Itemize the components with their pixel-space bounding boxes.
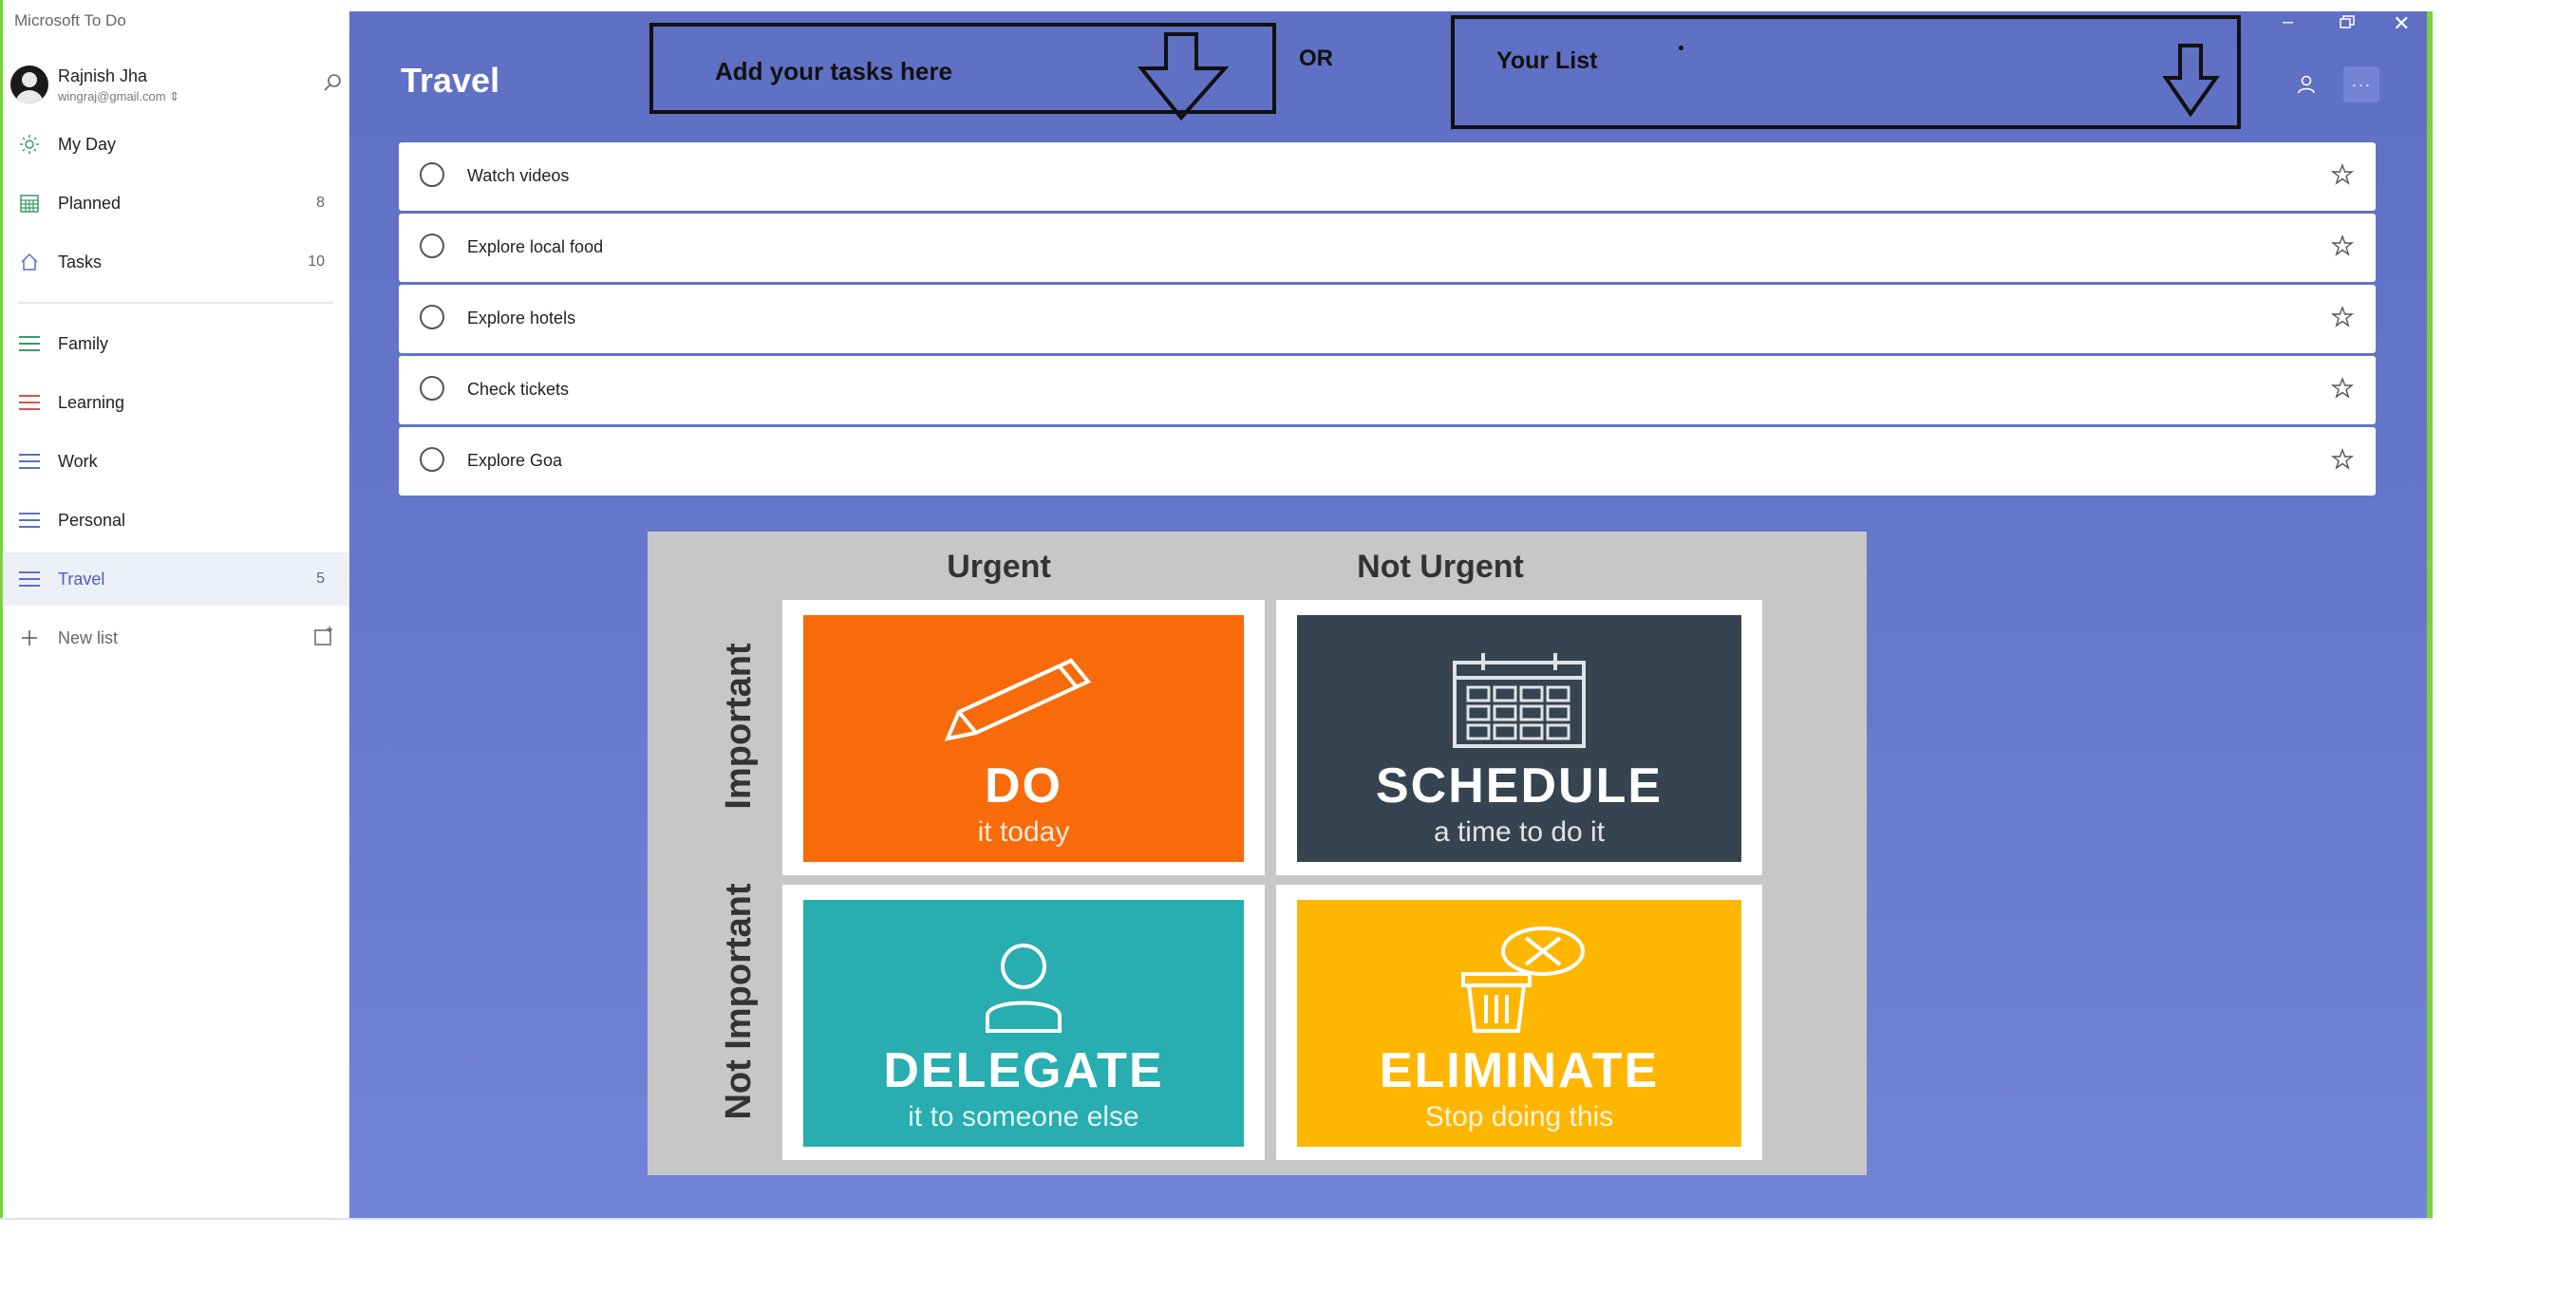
- share-list-button[interactable]: [2288, 66, 2324, 103]
- task-list: Watch videos Explore local food Explore …: [399, 142, 2376, 498]
- star-icon[interactable]: [2330, 447, 2355, 472]
- callout-add-tasks-label: Add your tasks here: [715, 57, 952, 85]
- quadrant-subtitle: it to someone else: [908, 1101, 1139, 1132]
- sidebar-item-family[interactable]: Family: [3, 317, 349, 370]
- star-icon[interactable]: [2330, 162, 2355, 187]
- sidebar-item-label: My Day: [58, 134, 117, 154]
- quadrant-schedule: SCHEDULE a time to do it: [1276, 600, 1762, 875]
- sidebar-item-label: Tasks: [58, 252, 103, 271]
- column-header-not-urgent: Not Urgent: [1357, 549, 1524, 585]
- complete-checkbox[interactable]: [420, 376, 444, 401]
- minimize-icon[interactable]: –: [2283, 11, 2293, 33]
- task-title: Check tickets: [467, 380, 570, 399]
- list-icon: [18, 391, 41, 414]
- sidebar-item-label: Travel: [58, 569, 105, 589]
- list-icon: [18, 509, 41, 532]
- task-title: Explore Goa: [467, 451, 563, 470]
- new-group-icon[interactable]: [313, 626, 334, 651]
- sidebar-divider: [18, 302, 333, 304]
- star-icon[interactable]: [2330, 234, 2355, 258]
- profile[interactable]: Rajnish Jha wingraj@gmail.com ⇕: [10, 63, 345, 112]
- complete-checkbox[interactable]: [420, 234, 444, 258]
- sidebar-item-label: Family: [58, 333, 108, 353]
- quadrant-title: SCHEDULE: [1375, 758, 1664, 814]
- window-bottom-border: [0, 1218, 2433, 1220]
- list-icon: [18, 568, 41, 590]
- sidebar-item-my-day[interactable]: My Day: [3, 118, 349, 171]
- page-title: Travel: [401, 61, 500, 100]
- task-item[interactable]: Watch videos: [399, 142, 2376, 211]
- quadrant-eliminate: ELIMINATE Stop doing this: [1276, 885, 1762, 1160]
- task-title: Explore hotels: [467, 309, 576, 327]
- task-title: Explore local food: [467, 237, 604, 256]
- more-icon: ···: [2351, 74, 2372, 94]
- star-icon[interactable]: [2330, 305, 2355, 329]
- home-icon: [18, 251, 41, 273]
- quadrant-do: DO it today: [782, 600, 1265, 875]
- app-title: Microsoft To Do: [14, 11, 126, 29]
- main-panel: Travel – ✕ Add your tasks here OR Your L…: [349, 11, 2427, 1218]
- sidebar-item-count: 8: [316, 195, 325, 211]
- new-list-button[interactable]: New list: [3, 611, 349, 664]
- new-list-label: New list: [58, 627, 119, 647]
- quadrant-delegate: DELEGATE it to someone else: [782, 885, 1265, 1160]
- task-title: Watch videos: [467, 166, 570, 185]
- complete-checkbox[interactable]: [420, 162, 444, 187]
- restore-icon[interactable]: [2340, 15, 2355, 28]
- quadrant-subtitle: a time to do it: [1433, 816, 1606, 848]
- task-item[interactable]: Explore Goa: [399, 427, 2376, 496]
- sidebar-item-label: Personal: [58, 510, 126, 530]
- column-header-urgent: Urgent: [947, 549, 1051, 585]
- stray-dot: [1679, 46, 1683, 50]
- sidebar-item-tasks[interactable]: Tasks 10: [3, 235, 349, 289]
- sidebar-item-label: Work: [58, 451, 98, 471]
- sidebar-item-label: Learning: [58, 392, 125, 412]
- complete-checkbox[interactable]: [420, 447, 444, 472]
- calendar-icon: [1453, 653, 1586, 748]
- list-icon: [18, 450, 41, 473]
- sidebar-item-count: 10: [308, 253, 325, 270]
- plus-icon: [18, 627, 41, 649]
- trash-icon: [1461, 926, 1585, 1033]
- window-edge: [2427, 11, 2433, 1218]
- task-item[interactable]: Explore hotels: [399, 285, 2376, 353]
- quadrant-subtitle: Stop doing this: [1424, 1101, 1614, 1132]
- search-icon[interactable]: [322, 72, 343, 93]
- complete-checkbox[interactable]: [420, 305, 444, 329]
- quadrant-subtitle: it today: [977, 816, 1070, 848]
- sidebar-item-label: Planned: [58, 193, 122, 213]
- task-item[interactable]: Check tickets: [399, 356, 2376, 424]
- list-icon: [18, 332, 41, 355]
- profile-name: Rajnish Jha: [58, 66, 148, 85]
- sidebar-item-count: 5: [316, 571, 325, 587]
- person-icon: [2298, 75, 2315, 94]
- arrow-down-icon: [1138, 32, 1230, 122]
- row-header-not-important: Not Important: [719, 883, 759, 1120]
- avatar[interactable]: [10, 65, 48, 103]
- quadrant-title: ELIMINATE: [1379, 1043, 1660, 1098]
- calendar-icon: [18, 192, 41, 215]
- person-icon: [986, 944, 1062, 1033]
- quadrant-title: DELEGATE: [883, 1043, 1164, 1098]
- sidebar-item-personal[interactable]: Personal: [3, 494, 349, 547]
- sidebar-item-travel[interactable]: Travel 5: [3, 552, 349, 606]
- sidebar-item-planned[interactable]: Planned 8: [3, 177, 349, 230]
- eisenhower-matrix-image: Urgent Not Urgent Important Not Importan…: [648, 532, 1867, 1175]
- sidebar: Microsoft To Do Rajnish Jha wingraj@gmai…: [0, 0, 349, 1218]
- task-item[interactable]: Explore local food: [399, 214, 2376, 282]
- sidebar-item-learning[interactable]: Learning: [3, 376, 349, 429]
- star-icon[interactable]: [2330, 376, 2355, 401]
- quadrant-title: DO: [985, 758, 1062, 814]
- callout-your-list-label: Your List: [1496, 47, 1598, 74]
- pencil-icon: [944, 658, 1092, 741]
- more-options-button[interactable]: ···: [2343, 66, 2379, 103]
- sidebar-item-work[interactable]: Work: [3, 435, 349, 488]
- sun-icon: [18, 133, 41, 156]
- row-header-important: Important: [719, 643, 759, 810]
- or-label: OR: [1299, 46, 1333, 71]
- profile-email: wingraj@gmail.com ⇕: [58, 89, 180, 103]
- close-icon[interactable]: ✕: [2393, 11, 2410, 36]
- arrow-down-icon: [2163, 44, 2220, 118]
